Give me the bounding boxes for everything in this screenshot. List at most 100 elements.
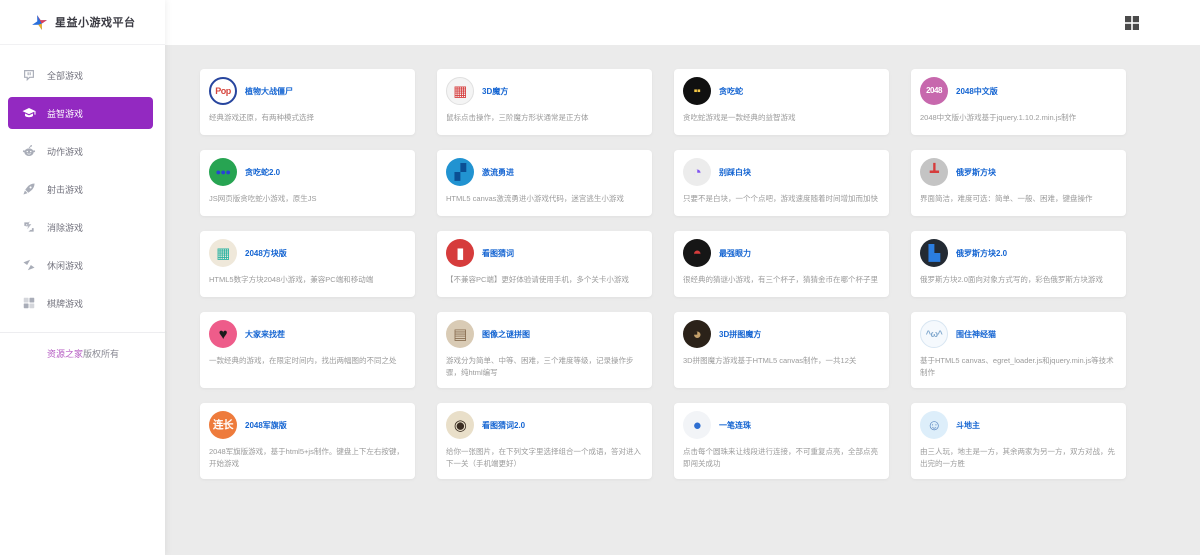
game-card-header: ◓ 最强眼力 [683, 239, 880, 267]
game-card[interactable]: ▞ 激流勇进 HTML5 canvas激流勇进小游戏代码，迷宫逃生小游戏 [437, 150, 652, 216]
board-grid-icon [23, 297, 35, 309]
game-title-link[interactable]: 斗地主 [956, 420, 980, 431]
game-card-header: ▙ 俄罗斯方块2.0 [920, 239, 1117, 267]
game-card-header: ♥ 大家来找茬 [209, 320, 406, 348]
game-title-link[interactable]: 图像之谜拼图 [482, 329, 530, 340]
apps-grid-icon[interactable] [1124, 15, 1140, 31]
picture-puzzle-icon: ▤ [446, 320, 474, 348]
rapids-stairs-icon: ▞ [446, 158, 474, 186]
game-title-link[interactable]: 最强眼力 [719, 248, 751, 259]
game-description: 游戏分为简单、中等、困难，三个难度等级，记录操作步骤，纯html编写 [446, 356, 634, 377]
game-title-link[interactable]: 2048方块版 [245, 248, 287, 259]
game-card[interactable]: ●●● 贪吃蛇2.0 JS网页版贪吃蛇小游戏，原生JS [200, 150, 415, 216]
game-card[interactable]: 2048 2048中文版 2048中文版小游戏基于jquery.1.10.2.m… [911, 69, 1126, 135]
sidebar-item-label: 动作游戏 [47, 146, 84, 157]
game-card[interactable]: Pop 植物大战僵尸 经典游戏还原，有两种模式选择 [200, 69, 415, 135]
game-title-link[interactable]: 3D魔方 [482, 86, 508, 97]
topbar [165, 0, 1200, 45]
game-title-link[interactable]: 3D拼图魔方 [719, 329, 761, 340]
game-card[interactable]: ♥ 大家来找茬 一款经典的游戏，在限定时间内，找出两幅图的不同之处 [200, 312, 415, 388]
game-card-header: ▦ 3D魔方 [446, 77, 643, 105]
app-title: 星益小游戏平台 [55, 17, 136, 29]
game-description: JS网页版贪吃蛇小游戏，原生JS [209, 194, 317, 203]
game-card-header: ▤ 图像之谜拼图 [446, 320, 643, 348]
snake-icon: ▪▪ [683, 77, 711, 105]
logo-star-icon [32, 14, 47, 30]
pie-cube-icon: ◕ [683, 320, 711, 348]
game-description: 贪吃蛇游戏是一款经典的益智游戏 [683, 113, 796, 122]
game-title-link[interactable]: 2048中文版 [956, 86, 998, 97]
game-title-link[interactable]: 激流勇进 [482, 167, 514, 178]
cola-bottle-icon: ▮ [446, 239, 474, 267]
game-card[interactable]: ● 一笔连珠 点击每个圆珠来让线段进行连接，不可重复点亮，全部点亮即闯关成功 [674, 403, 889, 479]
game-title-link[interactable]: 别踩白块 [719, 167, 751, 178]
game-title-link[interactable]: 看图猜词 [482, 248, 514, 259]
game-title-link[interactable]: 2048军旗版 [245, 420, 287, 431]
sidebar-item-board-games[interactable]: 棋牌游戏 [0, 287, 165, 319]
game-description: 鼠标点击操作，三阶魔方形状通常是正方体 [446, 113, 589, 122]
sidebar-item-label: 休闲游戏 [47, 260, 84, 271]
game-title-link[interactable]: 看图猜词2.0 [482, 420, 525, 431]
tetris-icon: ┻ [920, 158, 948, 186]
sidebar-item-casual-games[interactable]: 休闲游戏 [0, 249, 165, 281]
heart-cherries-icon: ♥ [209, 320, 237, 348]
game-description: 一款经典的游戏，在限定时间内，找出两幅图的不同之处 [209, 356, 397, 365]
game-card[interactable]: ◕ 3D拼图魔方 3D拼图魔方游戏基于HTML5 canvas制作，一共12关 [674, 312, 889, 388]
chat-bubble-icon [24, 70, 34, 82]
game-title-link[interactable]: 俄罗斯方块 [956, 167, 996, 178]
game-card[interactable]: ☺ 斗地主 由三人玩，地主是一方，其余两家为另一方，双方对战，先出完的一方胜 [911, 403, 1126, 479]
game-title-link[interactable]: 大家来找茬 [245, 329, 285, 340]
copyright-brand-link[interactable]: 资源之家 [47, 349, 83, 359]
sidebar-item-puzzle-games[interactable]: 益智游戏 [8, 97, 153, 129]
sidebar-item-shooting-games[interactable]: 射击游戏 [0, 173, 165, 205]
game-card-header: ^ω^ 围住神经猫 [920, 320, 1117, 348]
game-description: 给你一张图片，在下列文字里选择组合一个成语，答对进入下一关（手机端更好） [446, 447, 641, 468]
game-card[interactable]: ▪▪ 贪吃蛇 贪吃蛇游戏是一款经典的益智游戏 [674, 69, 889, 135]
game-description: HTML5数字方块2048小游戏，兼容PC端和移动端 [209, 275, 374, 284]
game-card-header: ▪▪ 贪吃蛇 [683, 77, 880, 105]
sidebar-item-action-games[interactable]: 动作游戏 [0, 135, 165, 167]
game-card[interactable]: ◓ 最强眼力 很经典的猜谜小游戏，有三个杯子，猜猜金币在哪个杯子里 [674, 231, 889, 297]
game-card[interactable]: ▮ 看图猜词 【不兼容PC端】更好体验请使用手机，多个关卡小游戏 [437, 231, 652, 297]
game-description: 很经典的猜谜小游戏，有三个杯子，猜猜金币在哪个杯子里 [683, 275, 878, 284]
game-card[interactable]: ^ω^ 围住神经猫 基于HTML5 canvas、egret_loader.js… [911, 312, 1126, 388]
game-title-link[interactable]: 植物大战僵尸 [245, 86, 293, 97]
game-card[interactable]: ┻ 俄罗斯方块 界面简洁，难度可选：简单、一般、困难，键盘操作 [911, 150, 1126, 216]
game-title-link[interactable]: 俄罗斯方块2.0 [956, 248, 1007, 259]
game-card[interactable]: 连长 2048军旗版 2048军旗版游戏，基于html5+js制作。键盘上下左右… [200, 403, 415, 479]
logo[interactable]: 星益小游戏平台 [0, 0, 165, 45]
game-description: 2048中文版小游戏基于jquery.1.10.2.min.js制作 [920, 113, 1077, 122]
paper-planes-icon [23, 259, 35, 271]
game-title-link[interactable]: 贪吃蛇 [719, 86, 743, 97]
game-card-header: ▦ 2048方块版 [209, 239, 406, 267]
game-card[interactable]: ▤ 图像之谜拼图 游戏分为简单、中等、困难，三个难度等级，记录操作步骤，纯htm… [437, 312, 652, 388]
sidebar-item-label: 消除游戏 [47, 222, 84, 233]
graduation-cap-icon [22, 108, 36, 118]
robot-head-icon [22, 145, 36, 156]
sidebar-item-label: 全部游戏 [47, 70, 84, 81]
sidebar-item-elimination-games[interactable]: 消除游戏 [0, 211, 165, 243]
game-title-link[interactable]: 一笔连珠 [719, 420, 751, 431]
game-title-link[interactable]: 围住神经猫 [956, 329, 996, 340]
copyright-suffix: 版权所有 [83, 349, 120, 359]
quadrant-tile-icon: ◔ [683, 158, 711, 186]
game-card[interactable]: ◔ 别踩白块 只要不是白块，一个个点吧，游戏速度随着时间增加而加快 [674, 150, 889, 216]
game-card[interactable]: ▦ 2048方块版 HTML5数字方块2048小游戏，兼容PC端和移动端 [200, 231, 415, 297]
eye-icon: ◉ [446, 411, 474, 439]
app-window: 星益小游戏平台 全部游戏 益智游戏 动作游戏 射击游戏 消除游戏 休闲游戏 棋牌… [0, 0, 1200, 555]
game-card[interactable]: ◉ 看图猜词2.0 给你一张图片，在下列文字里选择组合一个成语，答对进入下一关（… [437, 403, 652, 479]
game-card-header: ☺ 斗地主 [920, 411, 1117, 439]
sidebar-item-all-games[interactable]: 全部游戏 [0, 59, 165, 91]
popcap-logo-icon: Pop [209, 77, 237, 105]
game-description: 【不兼容PC端】更好体验请使用手机，多个关卡小游戏 [446, 275, 629, 284]
game-card[interactable]: ▦ 3D魔方 鼠标点击操作，三阶魔方形状通常是正方体 [437, 69, 652, 135]
cat-face-icon: ^ω^ [920, 320, 948, 348]
landlord-boy-icon: ☺ [920, 411, 948, 439]
game-title-link[interactable]: 贪吃蛇2.0 [245, 167, 280, 178]
game-card[interactable]: ▙ 俄罗斯方块2.0 俄罗斯方块2.0面向对象方式写的，彩色俄罗斯方块游戏 [911, 231, 1126, 297]
game-description: 由三人玩，地主是一方，其余两家为另一方，双方对战，先出完的一方胜 [920, 447, 1115, 468]
game-description: 经典游戏还原，有两种模式选择 [209, 113, 314, 122]
ball-coin-icon: ◓ [683, 239, 711, 267]
game-card-header: ┻ 俄罗斯方块 [920, 158, 1117, 186]
blocks-2048-icon: ▦ [209, 239, 237, 267]
